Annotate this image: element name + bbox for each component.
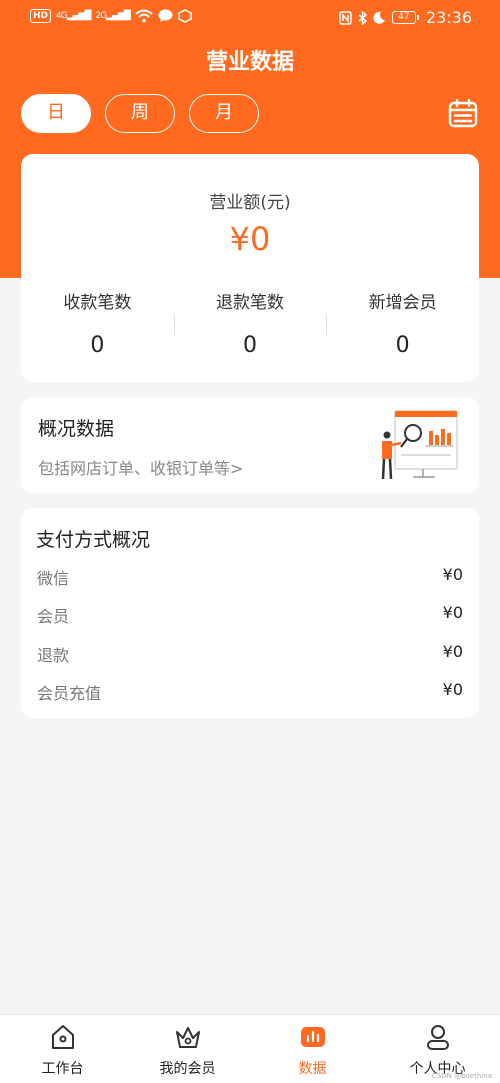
stat-value: 0 bbox=[90, 333, 105, 358]
nfc-icon bbox=[339, 10, 352, 25]
payment-method-value: ¥0 bbox=[442, 603, 463, 622]
stat-label: 收款笔数 bbox=[63, 293, 132, 313]
stat-new-members: 新增会员 0 bbox=[326, 288, 479, 358]
payment-row: 微信 ¥0 bbox=[37, 565, 463, 589]
signal-2g-icon: 2G▂▄▆█ bbox=[95, 11, 130, 21]
nav-label: 我的会员 bbox=[159, 1061, 216, 1077]
overview-title: 概况数据 bbox=[38, 418, 115, 440]
stat-value: 0 bbox=[395, 333, 410, 358]
stat-label: 新增会员 bbox=[368, 293, 437, 313]
stat-value: 0 bbox=[243, 333, 257, 358]
stat-payments: 收款笔数 0 bbox=[21, 288, 174, 358]
chart-icon bbox=[300, 1027, 325, 1047]
watermark: CSDN @boethina bbox=[431, 1072, 492, 1080]
nav-label: 工作台 bbox=[41, 1061, 84, 1077]
payment-row: 会员 ¥0 bbox=[37, 603, 463, 627]
stat-refunds: 退款笔数 0 bbox=[173, 288, 327, 358]
tab-month[interactable]: 月 bbox=[189, 94, 259, 133]
tab-week[interactable]: 周 bbox=[105, 94, 175, 133]
revenue-stats: 收款笔数 0 退款笔数 0 新增会员 0 bbox=[21, 288, 479, 358]
signal-4g-icon: 4G▂▄▆█ bbox=[56, 11, 91, 21]
status-bar: HD 4G▂▄▆█ 2G▂▄▆█ 47 23:36 bbox=[0, 0, 500, 36]
do-not-disturb-icon bbox=[373, 11, 385, 24]
payment-row: 会员充值 ¥0 bbox=[37, 680, 463, 704]
app-notification-icon bbox=[178, 9, 192, 23]
revenue-label: 营业额(元) bbox=[209, 193, 291, 213]
nav-workbench[interactable]: 工作台 bbox=[0, 1015, 125, 1083]
home-icon bbox=[51, 1025, 74, 1049]
nav-members[interactable]: 我的会员 bbox=[125, 1015, 250, 1083]
calendar-icon[interactable] bbox=[448, 98, 478, 128]
analytics-illustration-icon bbox=[381, 410, 458, 480]
overview-subtitle: 包括网店订单、收银订单等> bbox=[38, 459, 244, 478]
wifi-icon bbox=[135, 9, 153, 23]
payment-method-name: 微信 bbox=[37, 569, 70, 588]
payment-method-value: ¥0 bbox=[442, 565, 463, 584]
nav-label: 数据 bbox=[298, 1061, 327, 1077]
revenue-card: 营业额(元) ¥0 收款笔数 0 退款笔数 0 新增会员 0 bbox=[21, 154, 479, 382]
payment-title: 支付方式概况 bbox=[36, 529, 151, 551]
payment-method-name: 退款 bbox=[37, 646, 70, 665]
payment-method-name: 会员充值 bbox=[37, 684, 102, 703]
nav-data[interactable]: 数据 bbox=[250, 1015, 375, 1083]
overview-card[interactable]: 概况数据 包括网店订单、收银订单等> bbox=[21, 397, 479, 493]
payment-method-value: ¥0 bbox=[442, 680, 463, 699]
hd-badge: HD bbox=[30, 9, 52, 23]
payment-card: 支付方式概况 微信 ¥0 会员 ¥0 退款 ¥0 会员充值 ¥0 bbox=[21, 508, 479, 718]
payment-method-name: 会员 bbox=[37, 607, 70, 626]
revenue-value: ¥0 bbox=[229, 220, 271, 258]
tab-day[interactable]: 日 bbox=[21, 94, 91, 133]
bluetooth-icon bbox=[358, 10, 367, 25]
stat-label: 退款笔数 bbox=[216, 293, 284, 313]
battery-icon: 47 bbox=[391, 11, 419, 24]
message-icon bbox=[158, 9, 173, 22]
payment-row: 退款 ¥0 bbox=[37, 642, 463, 666]
clock: 23:36 bbox=[425, 8, 472, 27]
period-tabs: 日 周 月 bbox=[21, 94, 259, 133]
bottom-nav: 工作台 我的会员 数据 个人中心 CSDN @boethina bbox=[0, 1014, 500, 1083]
user-icon bbox=[426, 1025, 449, 1050]
payment-method-value: ¥0 bbox=[442, 642, 463, 661]
crown-icon bbox=[175, 1027, 200, 1048]
page-title: 营业数据 bbox=[205, 50, 294, 75]
